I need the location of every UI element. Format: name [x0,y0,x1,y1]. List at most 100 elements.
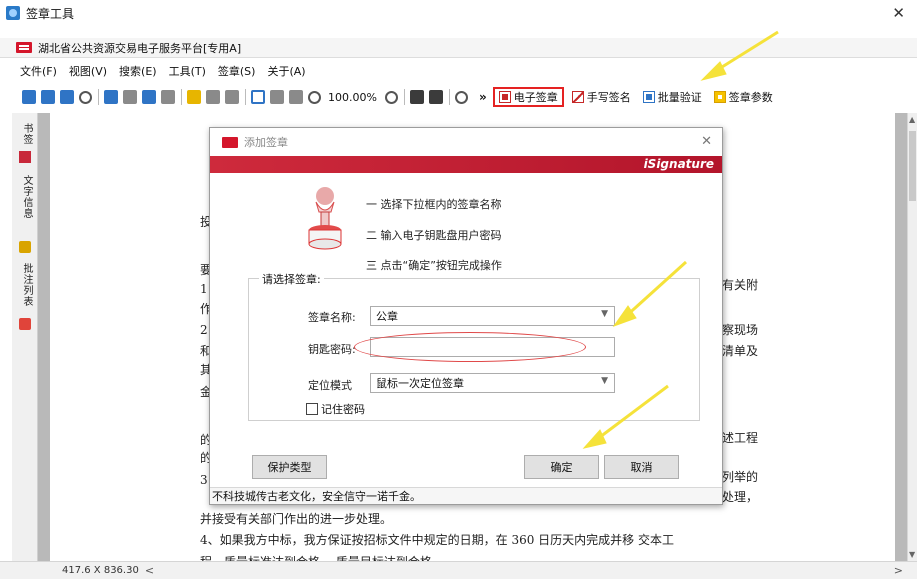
select-text-icon[interactable] [206,90,220,104]
snapshot-icon[interactable] [225,90,239,104]
electronic-seal-label: 电子签章 [513,91,558,104]
fit-page-icon[interactable] [270,90,284,104]
menu-signature[interactable]: 签章(S) [218,63,256,79]
protection-type-button[interactable]: 保护类型 [252,455,327,479]
dialog-footer-tip: 不科技城传古老文化，安全信守一诺千金。 [210,487,722,504]
print-icon[interactable] [104,90,118,104]
open-file-icon[interactable] [22,90,36,104]
seal-parameters-label: 签章参数 [728,91,773,104]
actual-size-icon[interactable] [251,90,265,104]
batch-verify-button[interactable]: 批量验证 [639,87,706,107]
document-text-line: 2 [200,323,208,337]
window-title: 签章工具 [26,6,75,21]
menu-bar: 文件(F) 视图(V) 搜索(E) 工具(T) 签章(S) 关于(A) [0,62,917,80]
dialog-title: 添加签章 [244,136,288,149]
menu-search[interactable]: 搜索(E) [119,63,157,79]
document-text-line: 清单及 [722,344,759,358]
dialog-title-bar: 添加签章 [210,128,722,156]
toolbar-separator [403,89,405,105]
rotate-right-icon[interactable] [428,90,443,104]
fit-width-icon[interactable] [289,90,303,104]
handwritten-signature-label: 手写签名 [586,91,631,104]
instruction-step-3: 三 点击“确定”按钮完成操作 [366,259,502,272]
vertical-scrollbar[interactable]: ▲ ▼ [907,113,917,561]
electronic-seal-button[interactable]: 电子签章 [492,87,564,107]
scroll-up-icon[interactable]: ▲ [909,115,915,124]
seal-name-value: 公章 [376,310,398,323]
document-text-line: 程，质量标准达到合格 。质量目标达到合格 。 [200,553,448,561]
password-input[interactable] [370,337,615,357]
hand-tool-icon[interactable] [187,90,201,104]
document-text-line: 并接受有关部门作出的进一步处理。 [200,512,393,526]
sidebar-tab-text-info[interactable]: 文字信息 [19,175,34,219]
password-label: 钥匙密码: [308,343,356,356]
find-icon[interactable] [142,90,156,104]
document-text-line: 3 [200,473,208,487]
toolbar-separator [448,89,450,105]
instruction-step-1: 一 选择下拉框内的签章名称 [366,198,502,211]
search-icon[interactable] [454,90,468,104]
left-sidebar: 书签 文字信息 批注列表 [12,113,38,561]
pdf-file-icon [16,42,32,53]
menu-file[interactable]: 文件(F) [20,63,57,79]
scroll-down-icon[interactable]: ▼ [909,550,915,559]
document-tab[interactable]: 湖北省公共资源交易电子服务平台[专用A] [0,38,917,58]
zoom-in-icon[interactable] [384,90,398,104]
bookmark-icon[interactable] [19,151,31,163]
document-text-line: 1 [200,282,208,296]
menu-tools[interactable]: 工具(T) [169,63,206,79]
text-info-icon[interactable] [19,241,31,253]
remember-password-checkbox[interactable] [306,403,318,415]
scroll-left-button[interactable]: < [145,564,154,577]
dialog-app-icon [222,136,238,148]
sidebar-tab-annotations[interactable]: 批注列表 [19,263,34,307]
annotation-icon[interactable] [19,318,31,330]
seal-name-label: 签章名称: [308,311,356,324]
save-icon[interactable] [41,90,55,104]
pen-icon [571,91,584,103]
position-mode-label: 定位模式 [308,379,352,392]
sidebar-tab-bookmarks[interactable]: 书签 [19,123,34,145]
menu-view[interactable]: 视图(V) [69,63,107,79]
brand-logo: iSignature [643,157,714,171]
page-size-readout: 417.6 X 836.30 [62,565,139,576]
remember-password-label: 记住密码 [321,403,365,416]
scroll-thumb[interactable] [909,131,916,201]
verify-icon [642,91,655,103]
scroll-right-button[interactable]: > [894,564,903,577]
document-text-line: 述工程 [722,431,759,445]
app-icon [6,6,20,20]
document-text-line: 察现场 [722,323,759,337]
close-window-button[interactable]: ✕ [892,4,905,22]
handwritten-signature-button[interactable]: 手写签名 [568,87,635,107]
seal-name-select[interactable]: 公章 ▼ [370,306,615,326]
status-bar: 417.6 X 836.30 < > [0,561,917,579]
seal-icon [498,91,511,103]
batch-verify-label: 批量验证 [657,91,702,104]
document-title: 湖北省公共资源交易电子服务平台[专用A] [38,41,242,55]
ok-button[interactable]: 确定 [524,455,599,479]
document-text-line: 处理， [722,490,759,504]
zoom-out-icon[interactable] [308,90,321,104]
cancel-button[interactable]: 取消 [604,455,679,479]
zoom-level[interactable]: 100.00% [328,91,377,104]
remember-password-row[interactable]: 记住密码 [306,401,365,417]
seal-selection-label: 请选择签章: [259,271,324,287]
instruction-step-2: 二 输入电子钥匙盘用户密码 [366,229,502,242]
close-doc-icon[interactable] [79,90,92,104]
rotate-left-icon[interactable] [409,90,424,104]
stamp-icon [308,187,342,250]
dialog-banner: iSignature [210,156,722,173]
menu-about[interactable]: 关于(A) [267,63,305,79]
chevron-down-icon: ▼ [601,376,608,386]
document-text-line: 有关附 [722,278,759,292]
toolbar-overflow-icon[interactable]: » [479,90,487,104]
title-bar: 签章工具 ✕ [0,0,917,26]
position-mode-select[interactable]: 鼠标一次定位签章 ▼ [370,373,615,393]
seal-parameters-button[interactable]: 签章参数 [710,87,777,107]
save-as-icon[interactable] [60,90,74,104]
find-next-icon[interactable] [161,90,175,104]
chevron-down-icon: ▼ [601,309,608,319]
dialog-close-button[interactable]: ✕ [701,134,712,149]
properties-icon[interactable] [123,90,137,104]
